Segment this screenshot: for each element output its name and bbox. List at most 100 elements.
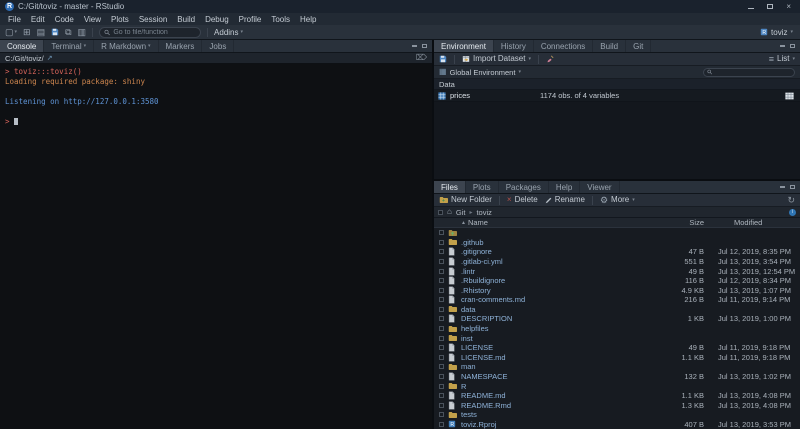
file-row[interactable]: .github [434,238,800,248]
save-workspace-icon[interactable] [439,55,447,63]
file-row[interactable]: tests [434,410,800,420]
tab-connections[interactable]: Connections [534,40,593,52]
file-row[interactable]: .Rbuildignore116 BJul 12, 2019, 8:34 PM [434,276,800,286]
file-name[interactable]: data [461,305,658,314]
row-checkbox[interactable] [439,297,444,302]
file-row[interactable]: helpfiles [434,324,800,334]
maximize-pane-icon[interactable] [790,44,795,48]
goto-file-search[interactable] [99,27,201,38]
tab-markers[interactable]: Markers [159,40,203,52]
minimize-pane-icon[interactable] [780,45,785,47]
row-checkbox[interactable] [439,336,444,341]
view-table-icon[interactable] [785,92,800,100]
row-checkbox[interactable] [439,307,444,312]
open-file-icon[interactable]: ▤ [37,28,46,37]
new-folder-button[interactable]: New Folder [439,196,492,204]
goto-file-input[interactable] [113,29,196,36]
menu-edit[interactable]: Edit [26,15,50,24]
file-row[interactable]: .gitlab-ci.yml551 BJul 13, 2019, 3:54 PM [434,257,800,267]
save-icon[interactable] [51,28,59,36]
column-size[interactable]: Size [658,218,708,227]
file-name[interactable]: README.Rmd [461,401,658,410]
breadcrumb-segment[interactable]: toviz [476,208,491,217]
minimize-window-icon[interactable] [748,3,754,11]
row-checkbox[interactable] [439,288,444,293]
tab-git[interactable]: Git [626,40,651,52]
file-row[interactable]: .gitignore47 BJul 12, 2019, 8:35 PM [434,247,800,257]
environment-search-input[interactable] [714,69,791,76]
menu-tools[interactable]: Tools [266,15,295,24]
file-row[interactable]: README.md1.1 KBJul 13, 2019, 4:08 PM [434,391,800,401]
project-menu-button[interactable]: R toviz ▾ [760,28,795,37]
row-checkbox[interactable] [439,326,444,331]
file-row[interactable]: .Rhistory4.9 KBJul 13, 2019, 1:07 PM [434,285,800,295]
row-checkbox[interactable] [439,393,444,398]
file-row[interactable]: inst [434,333,800,343]
menu-code[interactable]: Code [50,15,79,24]
maximize-window-icon[interactable] [767,3,773,11]
file-row[interactable]: R [434,381,800,391]
column-name[interactable]: ▲ Name [461,218,658,227]
row-checkbox[interactable] [439,249,444,254]
file-name[interactable]: .gitignore [461,247,658,256]
menu-session[interactable]: Session [134,15,172,24]
open-directory-icon[interactable]: ↗ [47,55,53,62]
directory-info-icon[interactable]: i [789,209,796,216]
clear-console-icon[interactable]: ⌦ [416,54,427,62]
row-checkbox[interactable] [439,412,444,417]
file-name[interactable]: toviz.Rproj [461,420,658,429]
environment-search[interactable] [703,68,795,77]
maximize-pane-icon[interactable] [422,44,427,48]
refresh-files-button[interactable]: ↻ [787,196,795,205]
menu-debug[interactable]: Debug [200,15,234,24]
rename-button[interactable]: Rename [545,196,585,204]
file-name[interactable]: tests [461,410,658,419]
breadcrumb-segment[interactable]: Git [456,208,466,217]
menu-help[interactable]: Help [295,15,321,24]
file-row[interactable]: README.Rmd1.3 KBJul 13, 2019, 4:08 PM [434,400,800,410]
menu-plots[interactable]: Plots [106,15,134,24]
file-row[interactable]: NAMESPACE132 BJul 13, 2019, 1:02 PM [434,372,800,382]
clear-workspace-icon[interactable] [546,55,554,63]
row-checkbox[interactable] [439,259,444,264]
file-row[interactable]: LICENSE49 BJul 11, 2019, 9:18 PM [434,343,800,353]
menu-profile[interactable]: Profile [234,15,267,24]
tab-packages[interactable]: Packages [499,181,549,193]
file-name[interactable]: .gitlab-ci.yml [461,257,658,266]
menu-build[interactable]: Build [172,15,200,24]
minimize-pane-icon[interactable] [412,45,417,47]
menu-view[interactable]: View [79,15,106,24]
row-checkbox[interactable] [439,374,444,379]
file-name[interactable]: .lintr [461,267,658,276]
tab-environment[interactable]: Environment [434,40,494,52]
file-row[interactable]: cran-comments.md216 BJul 11, 2019, 9:14 … [434,295,800,305]
tab-history[interactable]: History [494,40,534,52]
file-name[interactable]: LICENSE.md [461,353,658,362]
new-project-icon[interactable]: ⊞ [23,28,31,37]
file-row[interactable] [434,228,800,238]
print-icon[interactable]: ▥ [78,28,87,37]
minimize-pane-icon[interactable] [780,186,785,188]
tab-console[interactable]: Console [0,40,44,52]
row-checkbox[interactable] [439,422,444,427]
tab-jobs[interactable]: Jobs [202,40,234,52]
environment-scope-button[interactable]: ▦ Global Environment ▾ [439,68,521,77]
save-all-icon[interactable]: ⧉ [65,28,71,37]
object-name[interactable]: prices [450,91,540,100]
console-output[interactable]: > toviz:::toviz()Loading required packag… [0,64,432,429]
file-row[interactable]: man [434,362,800,372]
row-checkbox[interactable] [439,403,444,408]
delete-button[interactable]: × Delete [507,196,538,204]
row-checkbox[interactable] [439,316,444,321]
tab-plots[interactable]: Plots [466,181,499,193]
file-name[interactable]: .Rhistory [461,286,658,295]
more-button[interactable]: ⚙ More ▾ [600,196,635,205]
column-modified[interactable]: Modified [708,218,800,227]
import-dataset-button[interactable]: Import Dataset ▾ [462,55,531,63]
select-all-checkbox[interactable] [438,210,443,215]
file-name[interactable]: NAMESPACE [461,372,658,381]
file-row[interactable]: .lintr49 BJul 13, 2019, 12:54 PM [434,266,800,276]
tab-terminal[interactable]: Terminal▾ [44,40,94,52]
new-file-icon[interactable]: ▢▾ [5,28,17,37]
file-name[interactable]: DESCRIPTION [461,314,658,323]
